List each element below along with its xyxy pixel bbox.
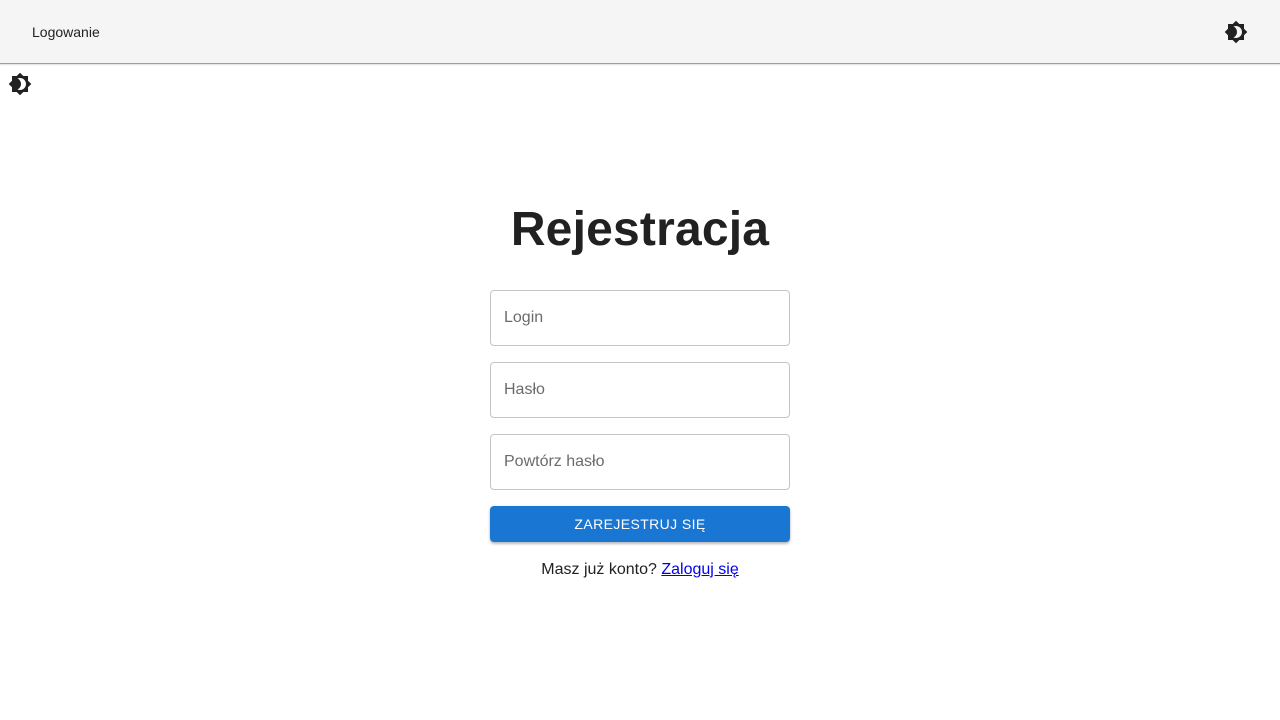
register-form: ZAREJESTRUJ SIĘ Masz już konto? Zaloguj … bbox=[490, 290, 790, 580]
page-title: Rejestracja bbox=[510, 203, 770, 256]
register-section: Rejestracja ZAREJESTRUJ SIĘ Masz już kon… bbox=[0, 200, 1280, 578]
login-link[interactable]: Zaloguj się bbox=[661, 561, 738, 578]
repeat-password-input[interactable] bbox=[490, 434, 790, 490]
login-input[interactable] bbox=[490, 290, 790, 346]
login-prompt: Masz już konto? Zaloguj się bbox=[490, 560, 790, 580]
login-prompt-text: Masz już konto? bbox=[541, 561, 657, 578]
theme-toggle-button[interactable] bbox=[1224, 20, 1248, 44]
nav-link-logowanie[interactable]: Logowanie bbox=[32, 23, 100, 41]
top-app-bar: Logowanie bbox=[0, 0, 1280, 64]
register-button[interactable]: ZAREJESTRUJ SIĘ bbox=[490, 506, 790, 542]
brightness-icon bbox=[1224, 20, 1248, 44]
brightness-icon bbox=[8, 72, 32, 96]
password-input[interactable] bbox=[490, 362, 790, 418]
theme-toggle-button-secondary[interactable] bbox=[8, 72, 32, 96]
